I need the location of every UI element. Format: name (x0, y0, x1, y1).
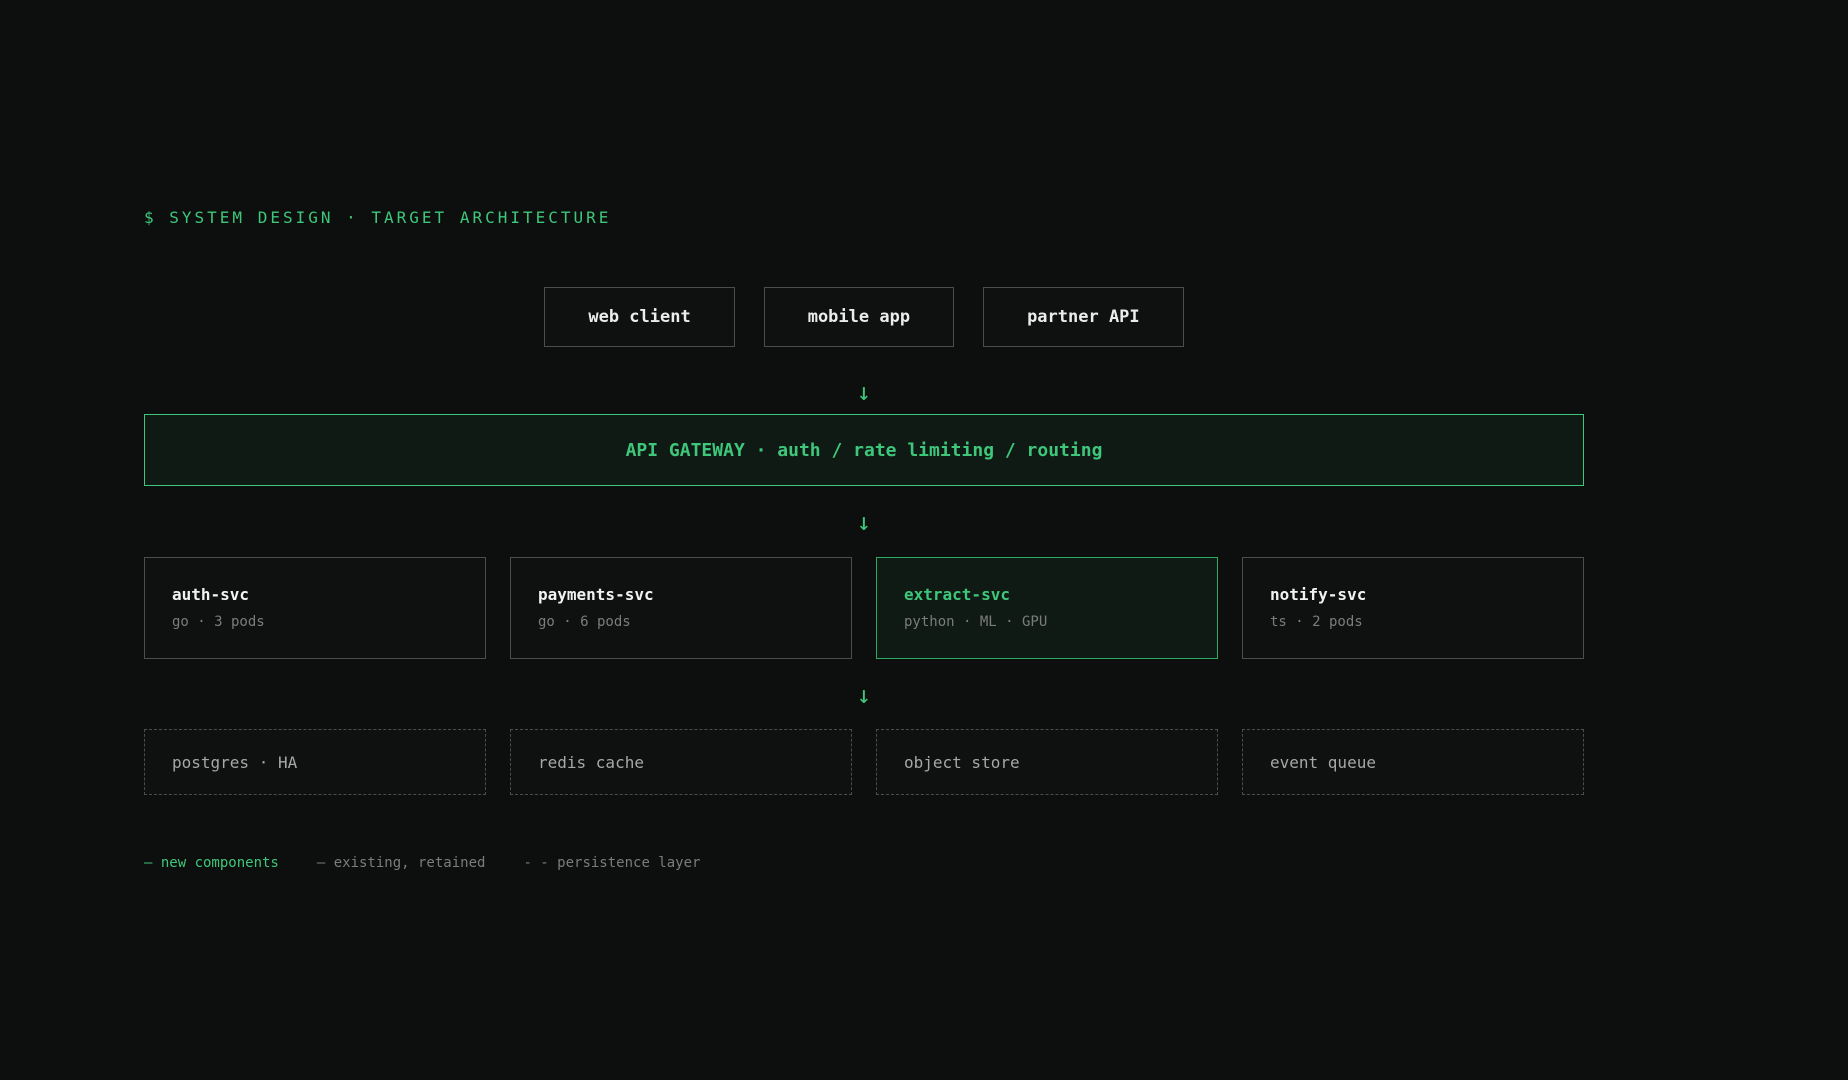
service-extract: extract-svc python · ML · GPU (876, 557, 1218, 659)
service-name: auth-svc (172, 585, 250, 604)
api-gateway: API GATEWAY · auth / rate limiting / rou… (144, 414, 1584, 486)
store-event-queue: event queue (1242, 729, 1584, 795)
arrow-down-icon: ↓ (856, 378, 872, 406)
service-meta: ts · 2 pods (1270, 614, 1363, 630)
diagram-title: $ SYSTEM DESIGN · TARGET ARCHITECTURE (144, 208, 612, 227)
service-name: extract-svc (904, 585, 1010, 604)
client-partner-api: partner API (983, 287, 1184, 347)
service-name: payments-svc (538, 585, 654, 604)
persistence-row: postgres · HA redis cache object store e… (144, 729, 1584, 795)
legend-new-components: — new components (144, 855, 279, 871)
legend: — new components — existing, retained - … (144, 855, 700, 871)
service-meta: python · ML · GPU (904, 614, 1048, 630)
client-row: web client mobile app partner API (0, 287, 1728, 347)
service-notify: notify-svc ts · 2 pods (1242, 557, 1584, 659)
store-object: object store (876, 729, 1218, 795)
arrow-down-icon: ↓ (856, 681, 872, 709)
service-meta: go · 6 pods (538, 614, 631, 630)
service-row: auth-svc go · 3 pods payments-svc go · 6… (144, 557, 1584, 659)
client-mobile: mobile app (763, 287, 955, 347)
client-web: web client (544, 287, 735, 347)
legend-persistence: - - persistence layer (523, 855, 701, 871)
service-payments: payments-svc go · 6 pods (510, 557, 852, 659)
store-redis: redis cache (510, 729, 852, 795)
service-auth: auth-svc go · 3 pods (144, 557, 486, 659)
legend-existing: — existing, retained (316, 855, 486, 871)
service-name: notify-svc (1270, 585, 1367, 604)
service-meta: go · 3 pods (172, 614, 265, 630)
arrow-down-icon: ↓ (856, 508, 872, 536)
store-postgres: postgres · HA (144, 729, 486, 795)
